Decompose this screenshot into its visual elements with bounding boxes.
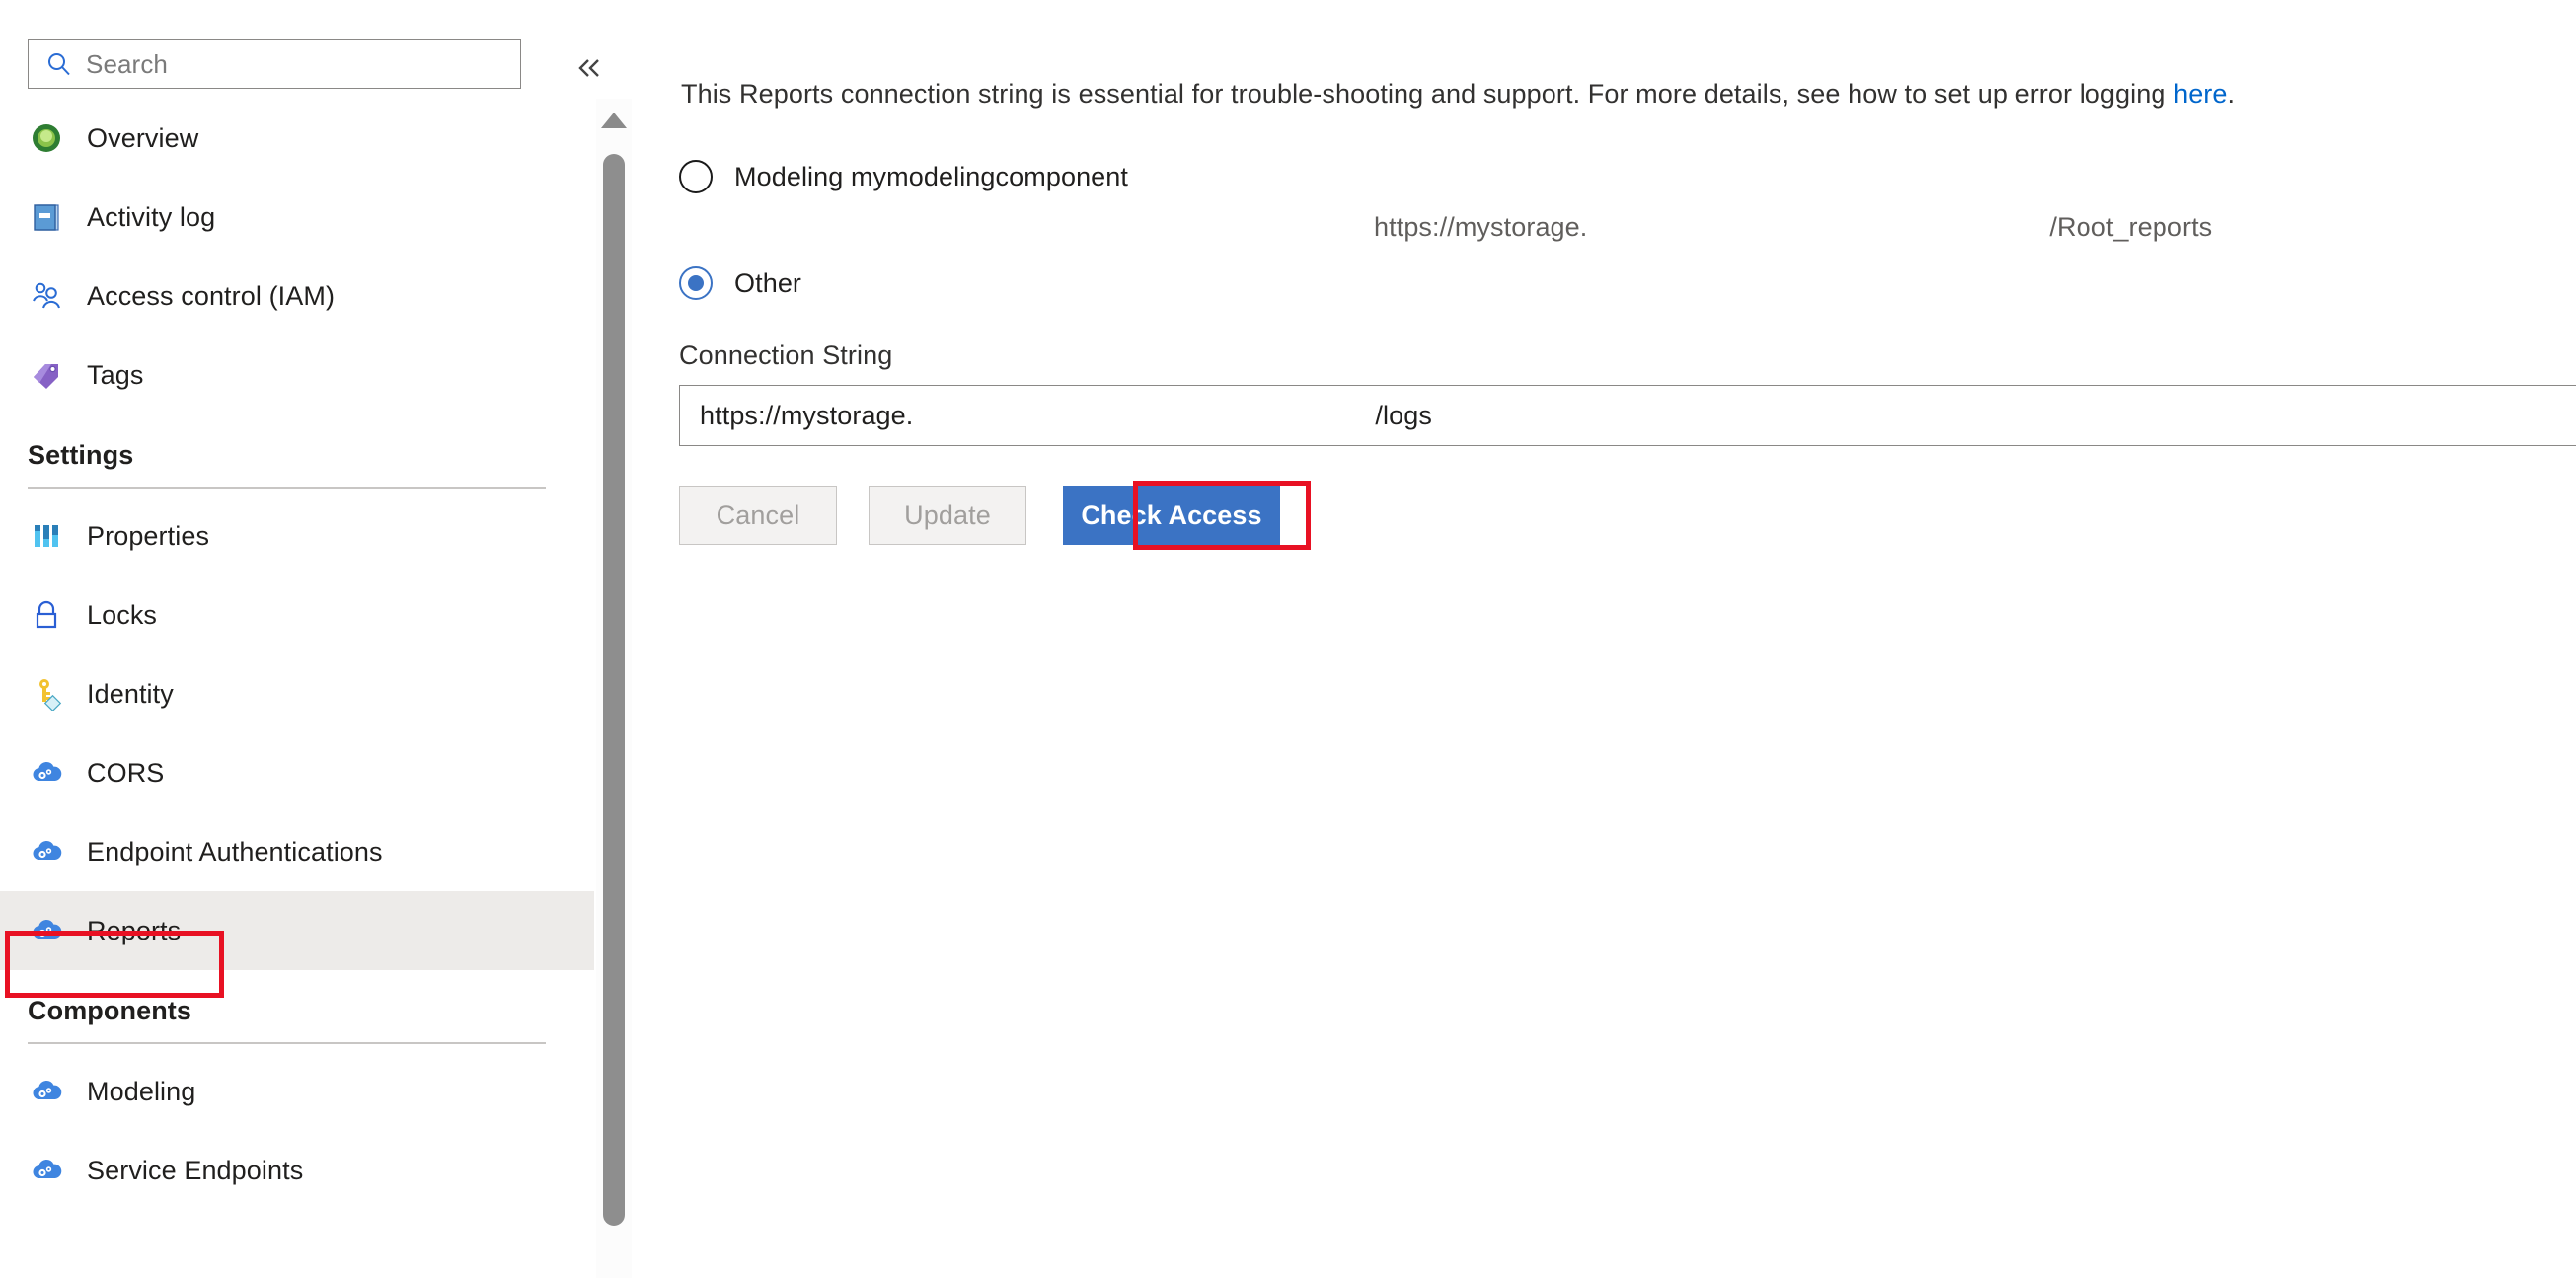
modeling-path-text: https://mystorage. /Root_reports (1374, 212, 2212, 243)
collapse-sidebar-button[interactable] (570, 51, 610, 85)
sidebar-item-label: Activity log (87, 201, 216, 232)
sidebar-item-access-control[interactable]: Access control (IAM) (0, 257, 594, 336)
access-control-icon (28, 277, 65, 315)
lock-icon (28, 596, 65, 634)
tags-icon (28, 356, 65, 394)
search-placeholder: Search (86, 48, 168, 79)
connection-string-suffix: /logs (1375, 400, 1432, 430)
cloud-gear-icon (28, 754, 65, 791)
connection-string-label: Connection String (679, 340, 893, 370)
azure-portal-page: Search Overview Activity log Access cont… (0, 0, 2576, 1278)
modeling-path-prefix: https://mystorage. (1374, 212, 1588, 242)
sidebar-item-label: Identity (87, 678, 174, 709)
connection-string-input[interactable]: https://mystorage. /logs (679, 385, 2576, 446)
sidebar-item-label: Service Endpoints (87, 1155, 304, 1185)
update-button[interactable]: Update (869, 486, 1026, 545)
sidebar-item-label: Overview (87, 122, 199, 153)
cloud-gear-icon (28, 1152, 65, 1189)
description-before: This Reports connection string is essent… (681, 79, 2174, 109)
sidebar-item-label: Access control (IAM) (87, 280, 336, 311)
radio-label: Modeling mymodelingcomponent (734, 162, 1129, 191)
description-text: This Reports connection string is essent… (681, 79, 2235, 110)
sidebar-item-label: Tags (87, 359, 144, 390)
sidebar-item-tags[interactable]: Tags (0, 336, 594, 414)
sidebar-nav-list: Overview Activity log Access control (IA… (0, 99, 594, 1210)
radio-label: Other (734, 268, 802, 298)
overview-icon (28, 119, 65, 157)
sidebar-scrollbar[interactable] (596, 99, 632, 1278)
sidebar-item-label: Properties (87, 520, 210, 551)
section-title: Settings (28, 440, 134, 470)
sidebar-item-properties[interactable]: Properties (0, 496, 594, 575)
sidebar-item-identity[interactable]: Identity (0, 654, 594, 733)
cloud-gear-icon (28, 1073, 65, 1110)
sidebar-section-settings: Settings (0, 414, 594, 496)
sidebar-item-activity-log[interactable]: Activity log (0, 178, 594, 257)
cloud-gear-icon (28, 833, 65, 870)
sidebar-item-reports[interactable]: Reports (0, 891, 594, 970)
radio-mark-checked[interactable] (679, 266, 713, 300)
sidebar: Search Overview Activity log Access cont… (0, 0, 599, 1278)
search-input[interactable]: Search (28, 39, 521, 89)
search-icon (46, 51, 72, 77)
sidebar-item-label: Locks (87, 599, 158, 630)
sidebar-item-label: Reports (87, 915, 182, 945)
check-access-button[interactable]: Check Access (1063, 486, 1280, 545)
sidebar-item-cors[interactable]: CORS (0, 733, 594, 812)
main-content: This Reports connection string is essent… (632, 0, 2576, 1278)
section-divider (28, 1042, 546, 1044)
section-divider (28, 487, 546, 489)
radio-option-other[interactable]: Other (679, 266, 801, 300)
sidebar-item-label: Endpoint Authentications (87, 836, 383, 866)
search-row: Search (0, 0, 599, 89)
sidebar-item-modeling[interactable]: Modeling (0, 1052, 594, 1131)
key-icon (28, 675, 65, 713)
sidebar-section-components: Components (0, 970, 594, 1052)
radio-option-modeling[interactable]: Modeling mymodelingcomponent (679, 160, 1128, 193)
sidebar-item-locks[interactable]: Locks (0, 575, 594, 654)
sidebar-item-label: CORS (87, 757, 165, 788)
sidebar-item-overview[interactable]: Overview (0, 99, 594, 178)
cloud-gear-icon (28, 912, 65, 949)
sidebar-item-label: Modeling (87, 1076, 196, 1106)
scroll-up-arrow-icon[interactable] (601, 113, 627, 128)
sidebar-item-service-endpoints[interactable]: Service Endpoints (0, 1131, 594, 1210)
modeling-path-suffix: /Root_reports (2049, 212, 2213, 242)
section-title: Components (28, 996, 191, 1025)
error-logging-link[interactable]: here (2173, 79, 2227, 109)
radio-mark-unchecked[interactable] (679, 160, 713, 193)
sidebar-item-endpoint-authentications[interactable]: Endpoint Authentications (0, 812, 594, 891)
scrollbar-thumb[interactable] (603, 154, 625, 1226)
description-after: . (2227, 79, 2235, 109)
connection-string-prefix: https://mystorage. (700, 400, 914, 430)
cancel-button[interactable]: Cancel (679, 486, 837, 545)
properties-icon (28, 517, 65, 555)
activity-log-icon (28, 198, 65, 236)
